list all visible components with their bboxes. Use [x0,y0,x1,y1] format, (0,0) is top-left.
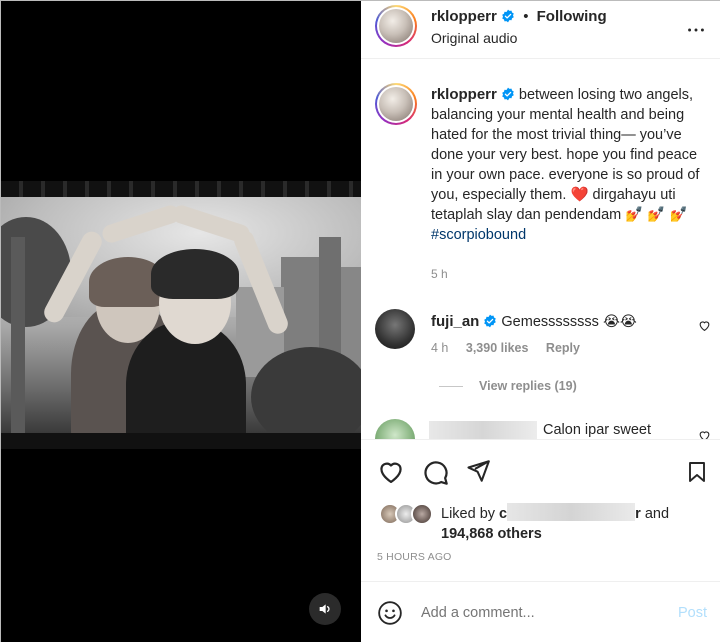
post-comment-button[interactable]: Post [678,605,707,621]
nail-polish-emoji: 💅 💅 [625,207,666,223]
heart-emoji: ❤️ [570,187,589,203]
post-sidebar: rklopperr • Following Original audio rkl… [361,1,720,642]
instagram-post-modal: rklopperr • Following Original audio rkl… [0,0,720,642]
caption-avatar-ring[interactable] [375,83,417,125]
paper-plane-icon [467,460,490,482]
bookmark-icon [689,462,705,482]
header-separator: • [523,8,529,25]
emoji-picker-button[interactable] [377,600,403,631]
like-comment-button[interactable] [698,429,711,439]
share-button[interactable] [465,458,491,489]
heart-outline-icon [380,462,402,484]
crying-emoji: 😭😭 [602,314,637,330]
comment: fuji_an Gemessssssss 😭😭 [431,313,637,330]
speaker-icon [319,604,330,614]
hashtag-link[interactable]: #scorpiobound [431,227,526,243]
avatar[interactable] [375,419,415,439]
nail-polish-emoji: 💅 [669,207,688,223]
verified-badge-icon [502,87,514,101]
save-button[interactable] [685,458,709,491]
avatar [379,9,413,43]
blurred-username [429,421,537,439]
action-bar [361,439,720,503]
profile-avatar-ring[interactable] [375,5,417,47]
comment-time: 4 h [431,341,449,355]
blurred-username [507,503,636,521]
mute-button[interactable] [309,593,341,625]
likes-and: and [644,506,670,522]
caption-username[interactable]: rklopperr [431,86,497,103]
comment-text: Gemessssssss [501,314,599,330]
film-strip-top [1,181,361,197]
avatar [379,87,413,121]
caption-body: between losing two angels, balancing you… [431,87,700,203]
avatar[interactable] [375,309,415,349]
comment-meta: 4 h 3,390 likes Reply [431,341,594,355]
comment-likes[interactable]: 3,390 likes [466,341,529,355]
heart-outline-icon [699,321,710,332]
like-comment-button[interactable] [698,319,711,337]
reply-button[interactable]: Reply [546,341,580,355]
original-audio-link[interactable]: Original audio [431,30,517,46]
others-count[interactable]: 194,868 others [441,526,542,542]
video-frame [1,197,361,433]
add-comment-input[interactable] [421,605,661,621]
like-button[interactable] [377,458,405,491]
comment-bubble-icon [424,461,448,485]
verified-badge-icon [484,314,497,328]
view-replies-label: View replies (19) [479,379,577,393]
comment-button[interactable] [421,458,449,491]
heart-outline-icon [699,431,710,439]
post-timestamp: 5 HOURS AGO [377,551,452,563]
comment-clip: Calon ipar sweet [361,411,720,439]
liked-by-user-start[interactable]: c [499,506,507,522]
film-strip-bottom [1,433,361,449]
view-replies-button[interactable]: View replies (19) [439,379,577,393]
liked-by-prefix: Liked by [441,506,496,522]
video-player[interactable] [1,1,361,642]
replies-dash [439,385,463,387]
header-username[interactable]: rklopperr [431,8,497,25]
caption: rklopperr between losing two angels, bal… [431,85,711,245]
likes-text: Liked by c r and 194,868 others [441,503,720,544]
smiley-icon [378,601,402,625]
comment-composer: Post [361,581,720,642]
comment-text: Calon ipar sweet [543,422,651,438]
avatar [411,503,433,525]
post-header: rklopperr • Following Original audio [361,1,720,59]
comment-username[interactable]: fuji_an [431,313,479,330]
liked-by-user-end[interactable]: r [635,506,641,522]
caption-time: 5 h [431,267,448,281]
more-horizontal-icon [688,28,704,32]
following-button[interactable]: Following [537,8,607,25]
verified-badge-icon [502,9,514,23]
more-options-button[interactable] [685,19,707,46]
